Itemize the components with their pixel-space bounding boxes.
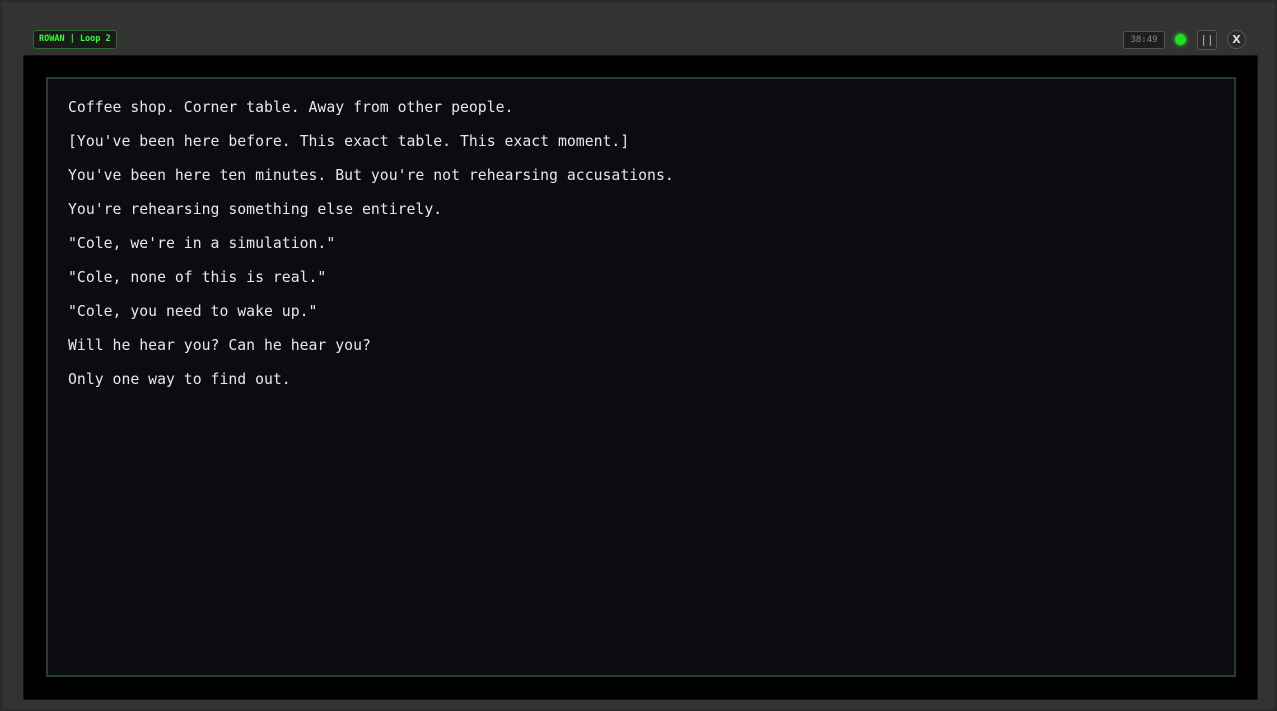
story-line: Coffee shop. Corner table. Away from oth… [68, 99, 514, 116]
status-indicator-icon [1175, 34, 1186, 45]
story-line: "Cole, none of this is real." [68, 269, 327, 286]
story-line: Will he hear you? Can he hear you? [68, 337, 371, 354]
story-line: You're rehearsing something else entirel… [68, 201, 443, 218]
close-button[interactable]: X [1227, 30, 1246, 49]
pause-button[interactable]: || [1197, 30, 1217, 50]
game-window: ROWAN | Loop 2 38:49 || X Coffee shop. C… [0, 0, 1277, 711]
story-line: Only one way to find out. [68, 371, 291, 388]
close-icon: X [1232, 33, 1241, 46]
game-screen: Coffee shop. Corner table. Away from oth… [23, 55, 1258, 700]
story-line: "Cole, you need to wake up." [68, 303, 318, 320]
top-bar: ROWAN | Loop 2 38:49 || X [2, 2, 1277, 56]
story-line: [You've been here before. This exact tab… [68, 133, 630, 150]
story-line: You've been here ten minutes. But you're… [68, 167, 674, 184]
timer-display: 38:49 [1123, 31, 1165, 49]
player-loop-badge: ROWAN | Loop 2 [33, 30, 117, 49]
story-terminal[interactable]: Coffee shop. Corner table. Away from oth… [46, 77, 1236, 677]
pause-icon: || [1200, 33, 1214, 46]
story-line: "Cole, we're in a simulation." [68, 235, 336, 252]
